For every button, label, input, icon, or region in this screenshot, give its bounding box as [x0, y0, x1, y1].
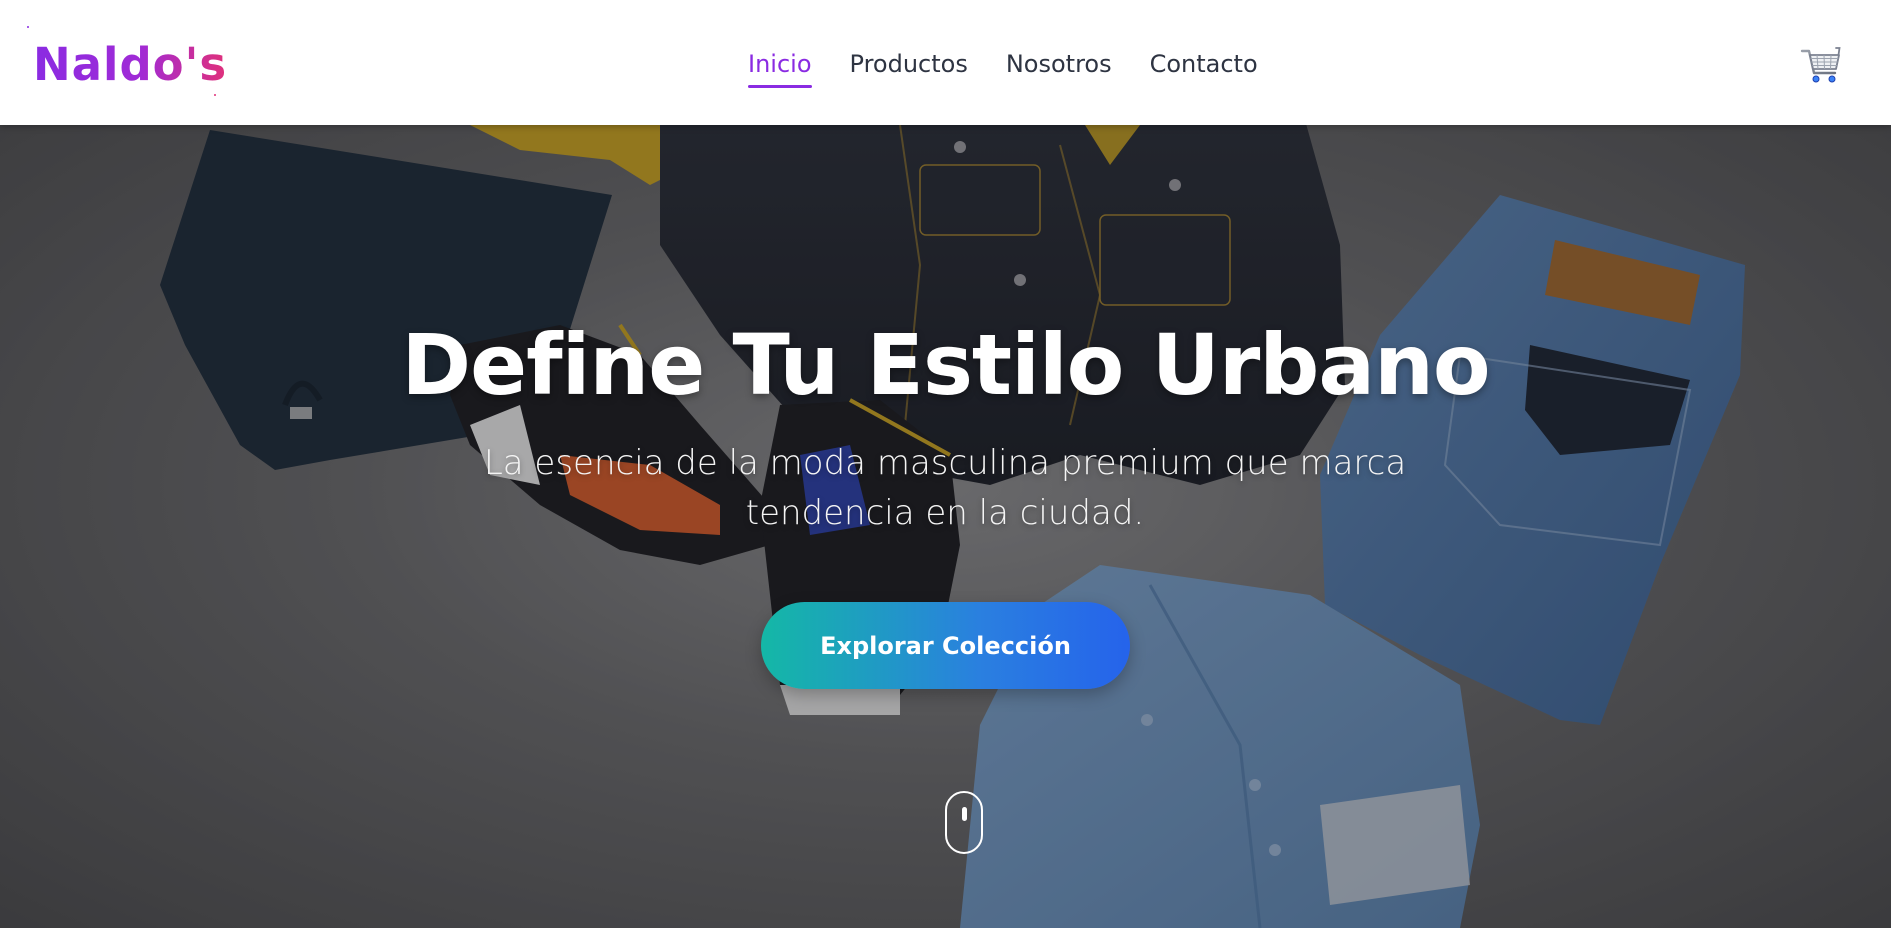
scroll-wheel-dot: [962, 807, 967, 821]
site-header: Naldo's Inicio Productos Nosotros Contac…: [0, 0, 1891, 125]
nav-link-inicio[interactable]: Inicio: [748, 46, 812, 88]
brand-logo[interactable]: Naldo's: [33, 36, 227, 94]
hero-section: Define Tu Estilo Urbano La esencia de la…: [0, 125, 1891, 928]
hero-subtitle: La esencia de la moda masculina premium …: [483, 443, 1407, 533]
hero-title: Define Tu Estilo Urbano: [401, 316, 1490, 414]
explore-collection-button[interactable]: Explorar Colección: [761, 602, 1130, 689]
shopping-cart-icon[interactable]: [1800, 45, 1842, 85]
logo-decoration-dot: [214, 94, 216, 96]
nav-link-contacto[interactable]: Contacto: [1150, 46, 1258, 82]
nav-link-nosotros[interactable]: Nosotros: [1006, 46, 1112, 82]
mouse-scroll-icon[interactable]: [945, 791, 983, 854]
main-nav: Inicio Productos Nosotros Contacto: [748, 46, 1258, 88]
nav-link-productos[interactable]: Productos: [850, 46, 968, 82]
logo-decoration-dot: [27, 26, 29, 28]
